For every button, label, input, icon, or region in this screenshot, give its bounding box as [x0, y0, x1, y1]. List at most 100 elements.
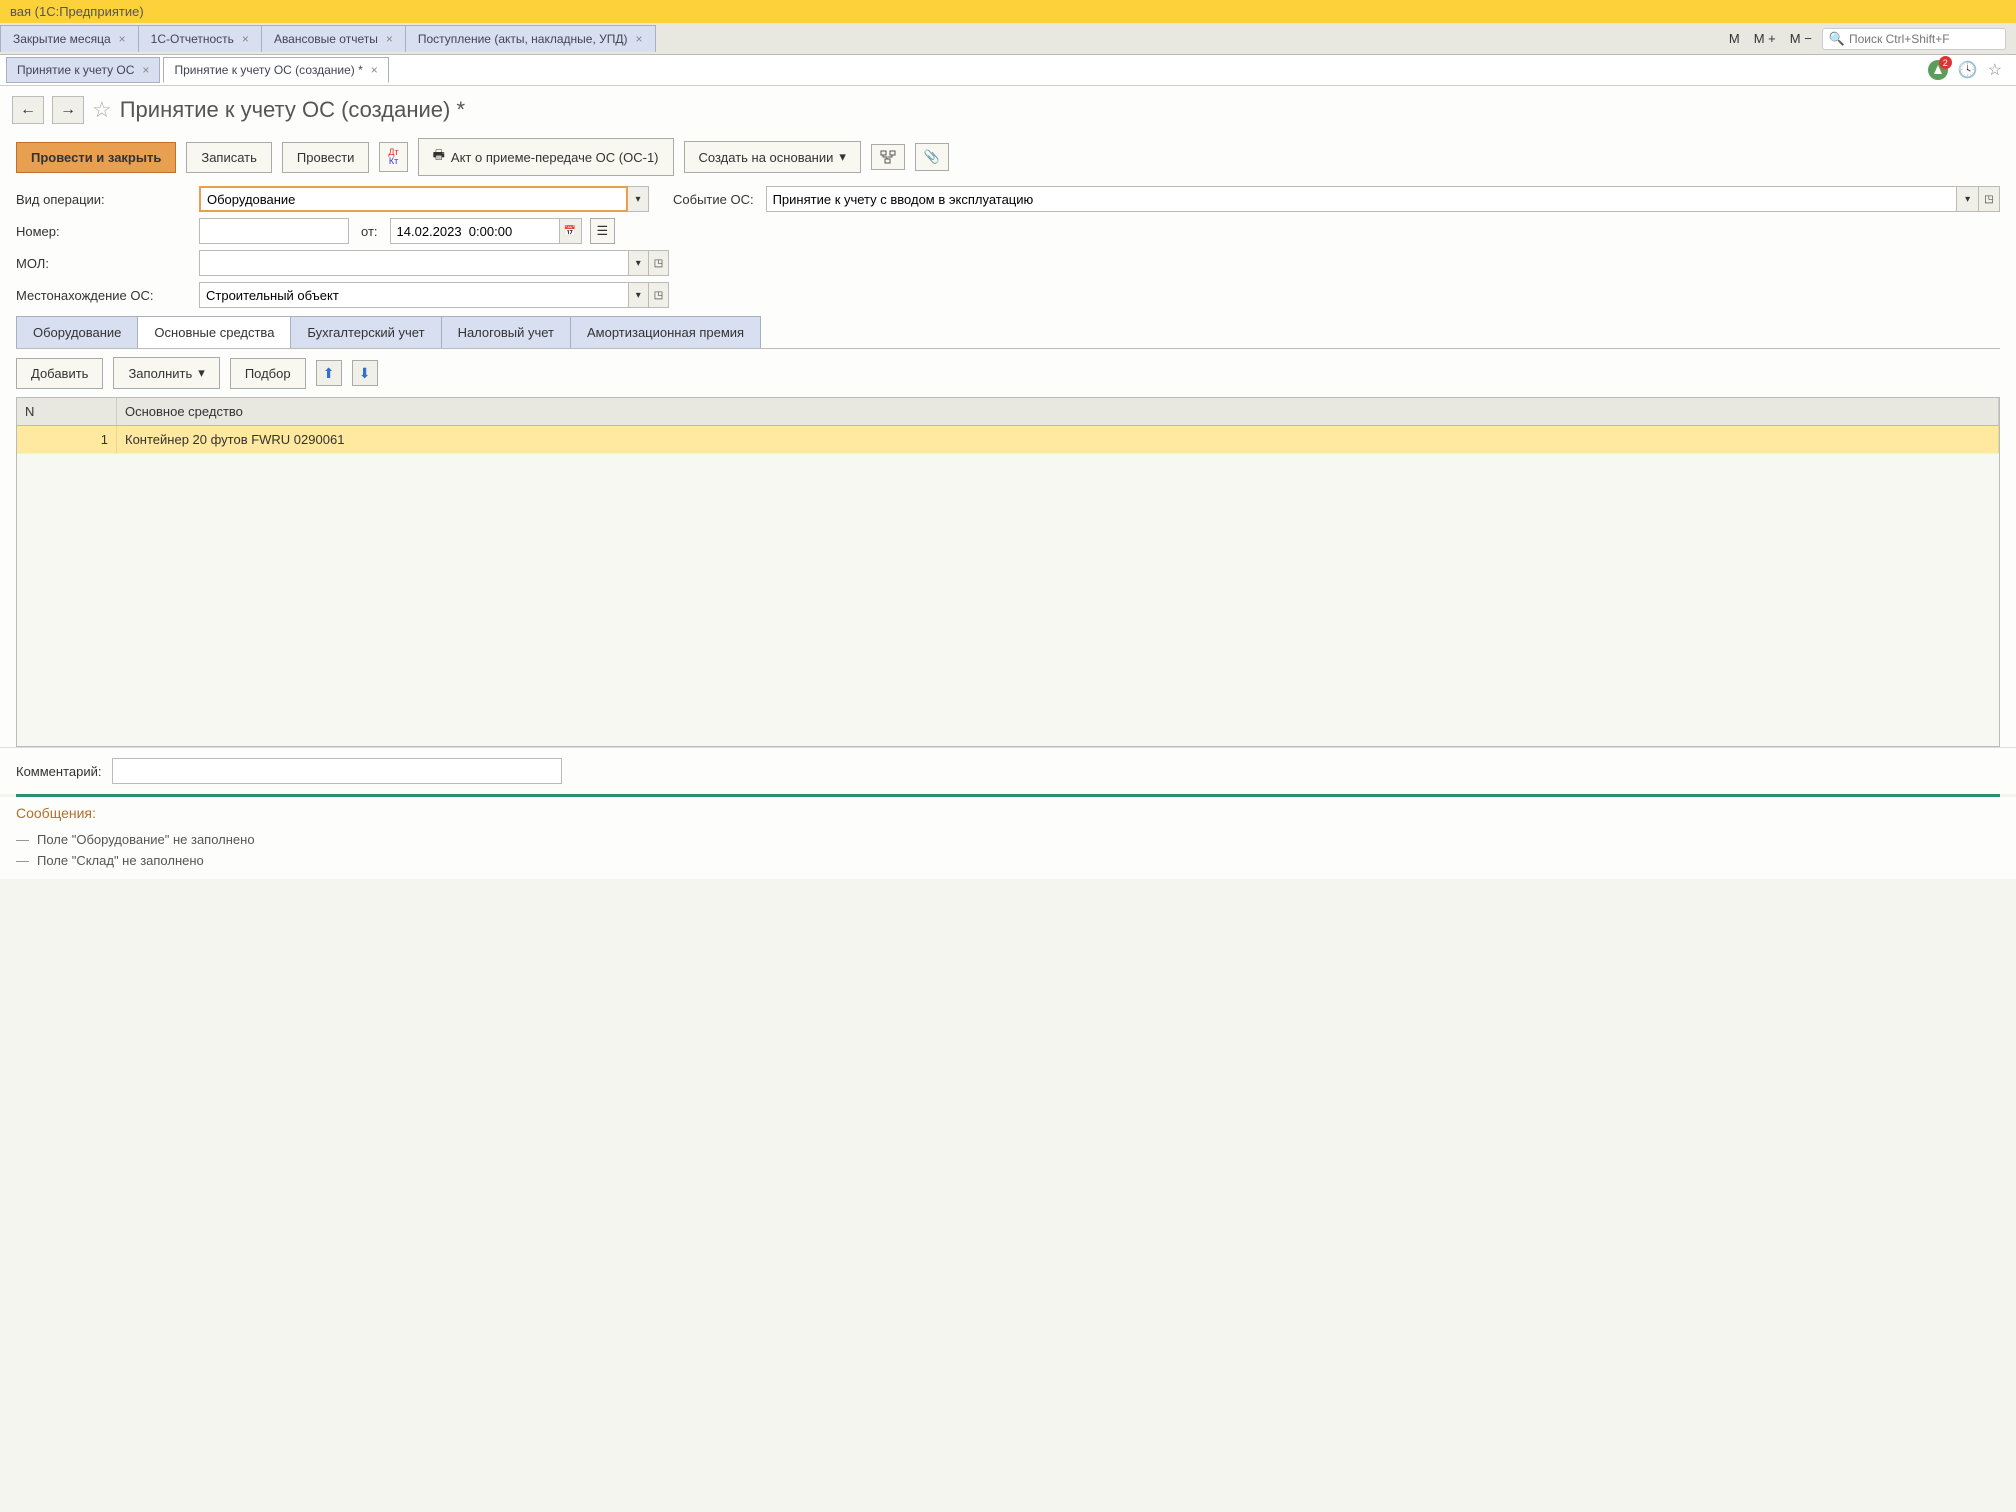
nav-forward-button[interactable]: → — [52, 96, 84, 124]
paperclip-icon: 📎 — [924, 149, 940, 165]
post-button[interactable]: Провести — [282, 142, 370, 173]
tab-1c-report[interactable]: 1С-Отчетность× — [138, 25, 262, 52]
location-label: Местонахождение ОС: — [16, 288, 191, 303]
open-icon[interactable]: ◳ — [1979, 186, 2000, 212]
col-header-n[interactable]: N — [17, 398, 117, 425]
move-up-button[interactable]: ⬆ — [316, 360, 342, 386]
op-type-input[interactable] — [199, 186, 628, 212]
tabs-row-second: Принятие к учету ОС× Принятие к учету ОС… — [0, 55, 2016, 86]
open-icon[interactable]: ◳ — [649, 250, 669, 276]
close-icon[interactable]: × — [371, 63, 378, 77]
arrow-down-icon: ⬇ — [359, 365, 371, 382]
window-title-bar: вая (1С:Предприятие) — [0, 0, 2016, 23]
tab-close-month[interactable]: Закрытие месяца× — [0, 25, 139, 52]
comment-label: Комментарий: — [16, 764, 102, 779]
date-input[interactable] — [390, 218, 560, 244]
calendar-icon[interactable]: 📅 — [560, 218, 582, 244]
tab-receipt[interactable]: Поступление (акты, накладные, УПД)× — [405, 25, 656, 52]
row-number: Номер: от: 📅 ☰ — [16, 218, 2000, 244]
fill-button[interactable]: Заполнить ▾ — [113, 357, 219, 389]
favorite-star-icon[interactable]: ☆ — [92, 97, 112, 123]
comment-input[interactable] — [112, 758, 562, 784]
history-icon[interactable]: 🕓 — [1958, 60, 1978, 80]
post-and-close-button[interactable]: Провести и закрыть — [16, 142, 176, 173]
tab-advance[interactable]: Авансовые отчеты× — [261, 25, 406, 52]
messages-panel: Сообщения: —Поле "Оборудование" не запол… — [0, 797, 2016, 879]
tab-os-list[interactable]: Принятие к учету ОС× — [6, 57, 160, 83]
save-button[interactable]: Записать — [186, 142, 272, 173]
zoom-minus[interactable]: M − — [1786, 29, 1816, 48]
event-input[interactable] — [766, 186, 1958, 212]
close-icon[interactable]: × — [242, 32, 249, 46]
subtab-accounting[interactable]: Бухгалтерский учет — [290, 316, 441, 348]
act-os1-button[interactable]: 🖶Акт о приеме-передаче ОС (ОС-1) — [418, 138, 674, 176]
close-icon[interactable]: × — [386, 32, 393, 46]
grid-header: N Основное средство — [17, 398, 1999, 426]
row-location: Местонахождение ОС: ▾ ◳ — [16, 282, 2000, 308]
print-icon: 🖶 — [433, 146, 445, 168]
page-header: ← → ☆ Принятие к учету ОС (создание) * — [0, 86, 2016, 134]
tab-os-create[interactable]: Принятие к учету ОС (создание) *× — [163, 57, 388, 83]
table-row[interactable]: 1 Контейнер 20 футов FWRU 0290061 — [17, 426, 1999, 454]
col-header-asset[interactable]: Основное средство — [117, 398, 1999, 425]
dropdown-icon[interactable]: ▾ — [1957, 186, 1978, 212]
add-button[interactable]: Добавить — [16, 358, 103, 389]
subtab-tax[interactable]: Налоговый учет — [441, 316, 571, 348]
sub-toolbar: Добавить Заполнить ▾ Подбор ⬆ ⬇ — [16, 349, 2000, 397]
subtab-fixed-assets[interactable]: Основные средства — [137, 316, 291, 348]
list-icon-button[interactable]: ☰ — [590, 218, 616, 244]
dtkt-button[interactable]: ДтКт — [379, 142, 407, 172]
subtab-depreciation[interactable]: Амортизационная премия — [570, 316, 761, 348]
attachment-button[interactable]: 📎 — [915, 143, 949, 171]
close-icon[interactable]: × — [142, 63, 149, 77]
favorite-icon[interactable]: ☆ — [1988, 60, 2002, 80]
page-title: Принятие к учету ОС (создание) * — [120, 97, 465, 123]
comment-row: Комментарий: — [0, 747, 2016, 794]
top-tabs: Закрытие месяца× 1С-Отчетность× Авансовы… — [0, 25, 1715, 52]
notifications-icon[interactable]: 2 — [1928, 60, 1948, 80]
message-item[interactable]: —Поле "Склад" не заполнено — [16, 850, 2000, 871]
mol-label: МОЛ: — [16, 256, 191, 271]
dash-icon: — — [16, 832, 29, 847]
structure-button[interactable] — [871, 144, 905, 170]
subtab-equipment[interactable]: Оборудование — [16, 316, 138, 348]
close-icon[interactable]: × — [636, 32, 643, 46]
arrow-up-icon: ⬆ — [323, 365, 335, 382]
create-based-button[interactable]: Создать на основании ▾ — [684, 141, 861, 173]
nav-back-button[interactable]: ← — [12, 96, 44, 124]
mol-input[interactable] — [199, 250, 629, 276]
dropdown-icon[interactable]: ▾ — [628, 186, 649, 212]
dash-icon: — — [16, 853, 29, 868]
close-icon[interactable]: × — [119, 32, 126, 46]
top-right-controls: M M + M − 🔍 — [1715, 28, 2016, 50]
op-type-label: Вид операции: — [16, 192, 191, 207]
top-tabs-row: Закрытие месяца× 1С-Отчетность× Авансовы… — [0, 23, 2016, 55]
row-op-type: Вид операции: ▾ Событие ОС: ▾ ◳ — [16, 186, 2000, 212]
open-icon[interactable]: ◳ — [649, 282, 669, 308]
dropdown-icon[interactable]: ▾ — [629, 282, 649, 308]
event-label: Событие ОС: — [669, 192, 758, 207]
grid-body[interactable]: 1 Контейнер 20 футов FWRU 0290061 — [17, 426, 1999, 746]
window-title: вая (1С:Предприятие) — [10, 4, 144, 19]
header-right-icons: 2 🕓 ☆ — [1928, 60, 2010, 80]
move-down-button[interactable]: ⬇ — [352, 360, 378, 386]
number-input[interactable] — [199, 218, 349, 244]
row-mol: МОЛ: ▾ ◳ — [16, 250, 2000, 276]
dropdown-icon[interactable]: ▾ — [629, 250, 649, 276]
date-label: от: — [357, 224, 382, 239]
location-input[interactable] — [199, 282, 629, 308]
chevron-down-icon: ▾ — [198, 365, 205, 381]
message-item[interactable]: —Поле "Оборудование" не заполнено — [16, 829, 2000, 850]
notification-count: 2 — [1939, 56, 1952, 69]
sub-tabs: Оборудование Основные средства Бухгалтер… — [16, 316, 2000, 349]
search-icon: 🔍 — [1829, 31, 1845, 47]
pick-button[interactable]: Подбор — [230, 358, 306, 389]
main-toolbar: Провести и закрыть Записать Провести ДтК… — [0, 134, 2016, 186]
global-search[interactable]: 🔍 — [1822, 28, 2006, 50]
zoom-plus[interactable]: M + — [1750, 29, 1780, 48]
chevron-down-icon: ▾ — [839, 149, 846, 165]
cell-n: 1 — [17, 426, 117, 453]
search-input[interactable] — [1849, 32, 1999, 46]
zoom-m[interactable]: M — [1725, 29, 1744, 48]
number-label: Номер: — [16, 224, 191, 239]
